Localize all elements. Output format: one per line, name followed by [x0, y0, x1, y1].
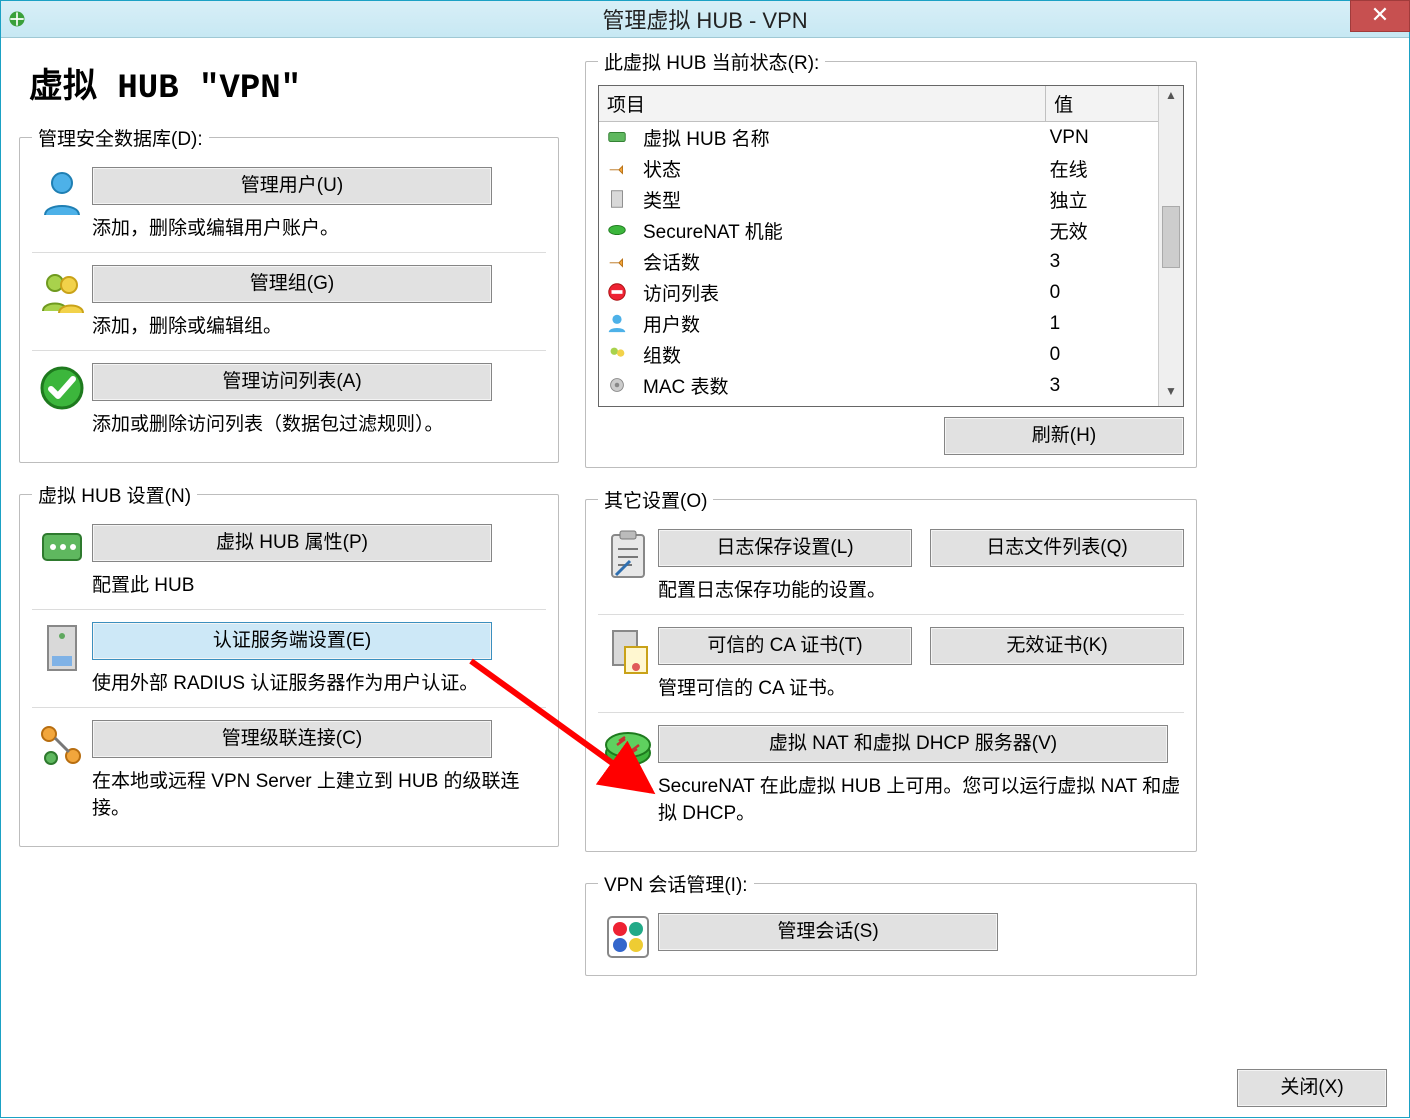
hub-icon — [599, 122, 639, 154]
log-desc: 配置日志保存功能的设置。 — [658, 575, 1184, 602]
table-row[interactable]: 虚拟 HUB 名称VPN — [599, 122, 1183, 154]
session-legend: VPN 会话管理(I): — [598, 870, 754, 897]
manage-groups-item: 管理组(G) 添加，删除或编辑组。 — [32, 252, 546, 350]
left-column: 虚拟 HUB "VPN" 管理安全数据库(D): 管理用户(U) 添加，删除或编… — [19, 48, 559, 976]
manage-groups-button[interactable]: 管理组(G) — [92, 265, 492, 303]
security-db-legend: 管理安全数据库(D): — [32, 124, 209, 151]
invalid-cert-button[interactable]: 无效证书(K) — [930, 627, 1184, 665]
close-button[interactable]: 关闭(X) — [1237, 1069, 1387, 1107]
hub-props-item: 虚拟 HUB 属性(P) 配置此 HUB — [32, 518, 546, 609]
manage-sessions-button[interactable]: 管理会话(S) — [658, 913, 998, 951]
clipboard-icon — [598, 529, 658, 581]
cascade-desc: 在本地或远程 VPN Server 上建立到 HUB 的级联连接。 — [92, 766, 546, 820]
hub-settings-group: 虚拟 HUB 设置(N) 虚拟 HUB 属性(P) 配置此 HUB — [19, 481, 559, 847]
client-area: 虚拟 HUB "VPN" 管理安全数据库(D): 管理用户(U) 添加，删除或编… — [1, 38, 1409, 986]
hub-props-icon — [32, 524, 92, 570]
status-group: 此虚拟 HUB 当前状态(R): 项目 值 虚拟 HUB 名称VPN状态在线类型… — [585, 48, 1197, 468]
ca-cert-button[interactable]: 可信的 CA 证书(T) — [658, 627, 912, 665]
gear-icon — [599, 401, 639, 407]
cascade-button[interactable]: 管理级联连接(C) — [92, 720, 492, 758]
hub-props-desc: 配置此 HUB — [92, 570, 546, 597]
router-icon — [598, 725, 658, 767]
row-name: 虚拟 HUB 名称 — [639, 122, 1046, 154]
session-group: VPN 会话管理(I): 管理会话(S) — [585, 870, 1197, 976]
hub-props-button[interactable]: 虚拟 HUB 属性(P) — [92, 524, 492, 562]
other-settings-group: 其它设置(O) 日志保存设置(L) 日志文件列表(Q) 配置日志保存功能的设置。 — [585, 486, 1197, 852]
col-name[interactable]: 项目 — [599, 86, 1046, 122]
scroll-thumb[interactable] — [1162, 206, 1180, 268]
group-icon — [32, 265, 92, 315]
log-item: 日志保存设置(L) 日志文件列表(Q) 配置日志保存功能的设置。 — [598, 523, 1184, 614]
scrollbar[interactable]: ▲ ▼ — [1158, 86, 1183, 406]
server-icon — [599, 184, 639, 215]
session-icon — [598, 913, 658, 961]
auth-server-item: 认证服务端设置(E) 使用外部 RADIUS 认证服务器作为用户认证。 — [32, 609, 546, 707]
table-row[interactable]: IP 表数3 — [599, 401, 1183, 407]
session-item: 管理会话(S) — [598, 907, 1184, 961]
row-name: 状态 — [639, 153, 1046, 184]
window-close-button[interactable]: ✕ — [1350, 0, 1410, 32]
table-row[interactable]: 用户数1 — [599, 308, 1183, 339]
nat-desc: SecureNAT 在此虚拟 HUB 上可用。您可以运行虚拟 NAT 和虚拟 D… — [658, 771, 1184, 825]
user-icon — [32, 167, 92, 217]
hub-settings-legend: 虚拟 HUB 设置(N) — [32, 481, 197, 508]
status-table[interactable]: 项目 值 虚拟 HUB 名称VPN状态在线类型独立SecureNAT 机能无效会… — [598, 85, 1184, 407]
row-name: 类型 — [639, 184, 1046, 215]
nat-dhcp-button[interactable]: 虚拟 NAT 和虚拟 DHCP 服务器(V) — [658, 725, 1168, 763]
nat-item: 虚拟 NAT 和虚拟 DHCP 服务器(V) SecureNAT 在此虚拟 HU… — [598, 712, 1184, 837]
manage-users-button[interactable]: 管理用户(U) — [92, 167, 492, 205]
security-db-group: 管理安全数据库(D): 管理用户(U) 添加，删除或编辑用户账户。 — [19, 124, 559, 463]
cascade-icon — [32, 720, 92, 770]
plug-icon — [599, 153, 639, 184]
manage-access-item: 管理访问列表(A) 添加或删除访问列表（数据包过滤规则）。 — [32, 350, 546, 448]
gear-icon — [599, 370, 639, 401]
scroll-up-icon[interactable]: ▲ — [1162, 88, 1180, 108]
table-row[interactable]: 会话数3 — [599, 246, 1183, 277]
row-name: IP 表数 — [639, 401, 1046, 407]
window-title: 管理虚拟 HUB - VPN — [1, 3, 1409, 35]
manage-groups-desc: 添加，删除或编辑组。 — [92, 311, 546, 338]
row-name: 组数 — [639, 339, 1046, 370]
app-icon — [7, 9, 27, 29]
table-row[interactable]: 访问列表0 — [599, 277, 1183, 308]
right-column: 此虚拟 HUB 当前状态(R): 项目 值 虚拟 HUB 名称VPN状态在线类型… — [585, 48, 1197, 976]
row-name: 访问列表 — [639, 277, 1046, 308]
row-name: SecureNAT 机能 — [639, 215, 1046, 246]
row-name: MAC 表数 — [639, 370, 1046, 401]
log-settings-button[interactable]: 日志保存设置(L) — [658, 529, 912, 567]
cascade-item: 管理级联连接(C) 在本地或远程 VPN Server 上建立到 HUB 的级联… — [32, 707, 546, 832]
auth-server-desc: 使用外部 RADIUS 认证服务器作为用户认证。 — [92, 668, 546, 695]
noentry-icon — [599, 277, 639, 308]
group-icon — [599, 339, 639, 370]
manage-access-button[interactable]: 管理访问列表(A) — [92, 363, 492, 401]
refresh-button[interactable]: 刷新(H) — [944, 417, 1184, 455]
auth-server-button[interactable]: 认证服务端设置(E) — [92, 622, 492, 660]
table-row[interactable]: 组数0 — [599, 339, 1183, 370]
cert-server-icon — [598, 627, 658, 677]
manage-access-desc: 添加或删除访问列表（数据包过滤规则）。 — [92, 409, 546, 436]
table-row[interactable]: 类型独立 — [599, 184, 1183, 215]
manage-users-desc: 添加，删除或编辑用户账户。 — [92, 213, 546, 240]
cert-desc: 管理可信的 CA 证书。 — [658, 673, 1184, 700]
window: 管理虚拟 HUB - VPN ✕ 虚拟 HUB "VPN" 管理安全数据库(D)… — [0, 0, 1410, 1118]
table-row[interactable]: MAC 表数3 — [599, 370, 1183, 401]
hub-title: 虚拟 HUB "VPN" — [29, 58, 559, 108]
log-list-button[interactable]: 日志文件列表(Q) — [930, 529, 1184, 567]
manage-users-item: 管理用户(U) 添加，删除或编辑用户账户。 — [32, 161, 546, 252]
user-blue-icon — [599, 308, 639, 339]
disk-green-icon — [599, 215, 639, 246]
table-row[interactable]: SecureNAT 机能无效 — [599, 215, 1183, 246]
scroll-down-icon[interactable]: ▼ — [1162, 384, 1180, 404]
other-settings-legend: 其它设置(O) — [598, 486, 713, 513]
plug-icon — [599, 246, 639, 277]
check-icon — [32, 363, 92, 413]
server-icon — [32, 622, 92, 674]
cert-item: 可信的 CA 证书(T) 无效证书(K) 管理可信的 CA 证书。 — [598, 614, 1184, 712]
status-legend: 此虚拟 HUB 当前状态(R): — [598, 48, 825, 75]
row-name: 用户数 — [639, 308, 1046, 339]
titlebar: 管理虚拟 HUB - VPN ✕ — [1, 1, 1409, 38]
row-name: 会话数 — [639, 246, 1046, 277]
table-row[interactable]: 状态在线 — [599, 153, 1183, 184]
